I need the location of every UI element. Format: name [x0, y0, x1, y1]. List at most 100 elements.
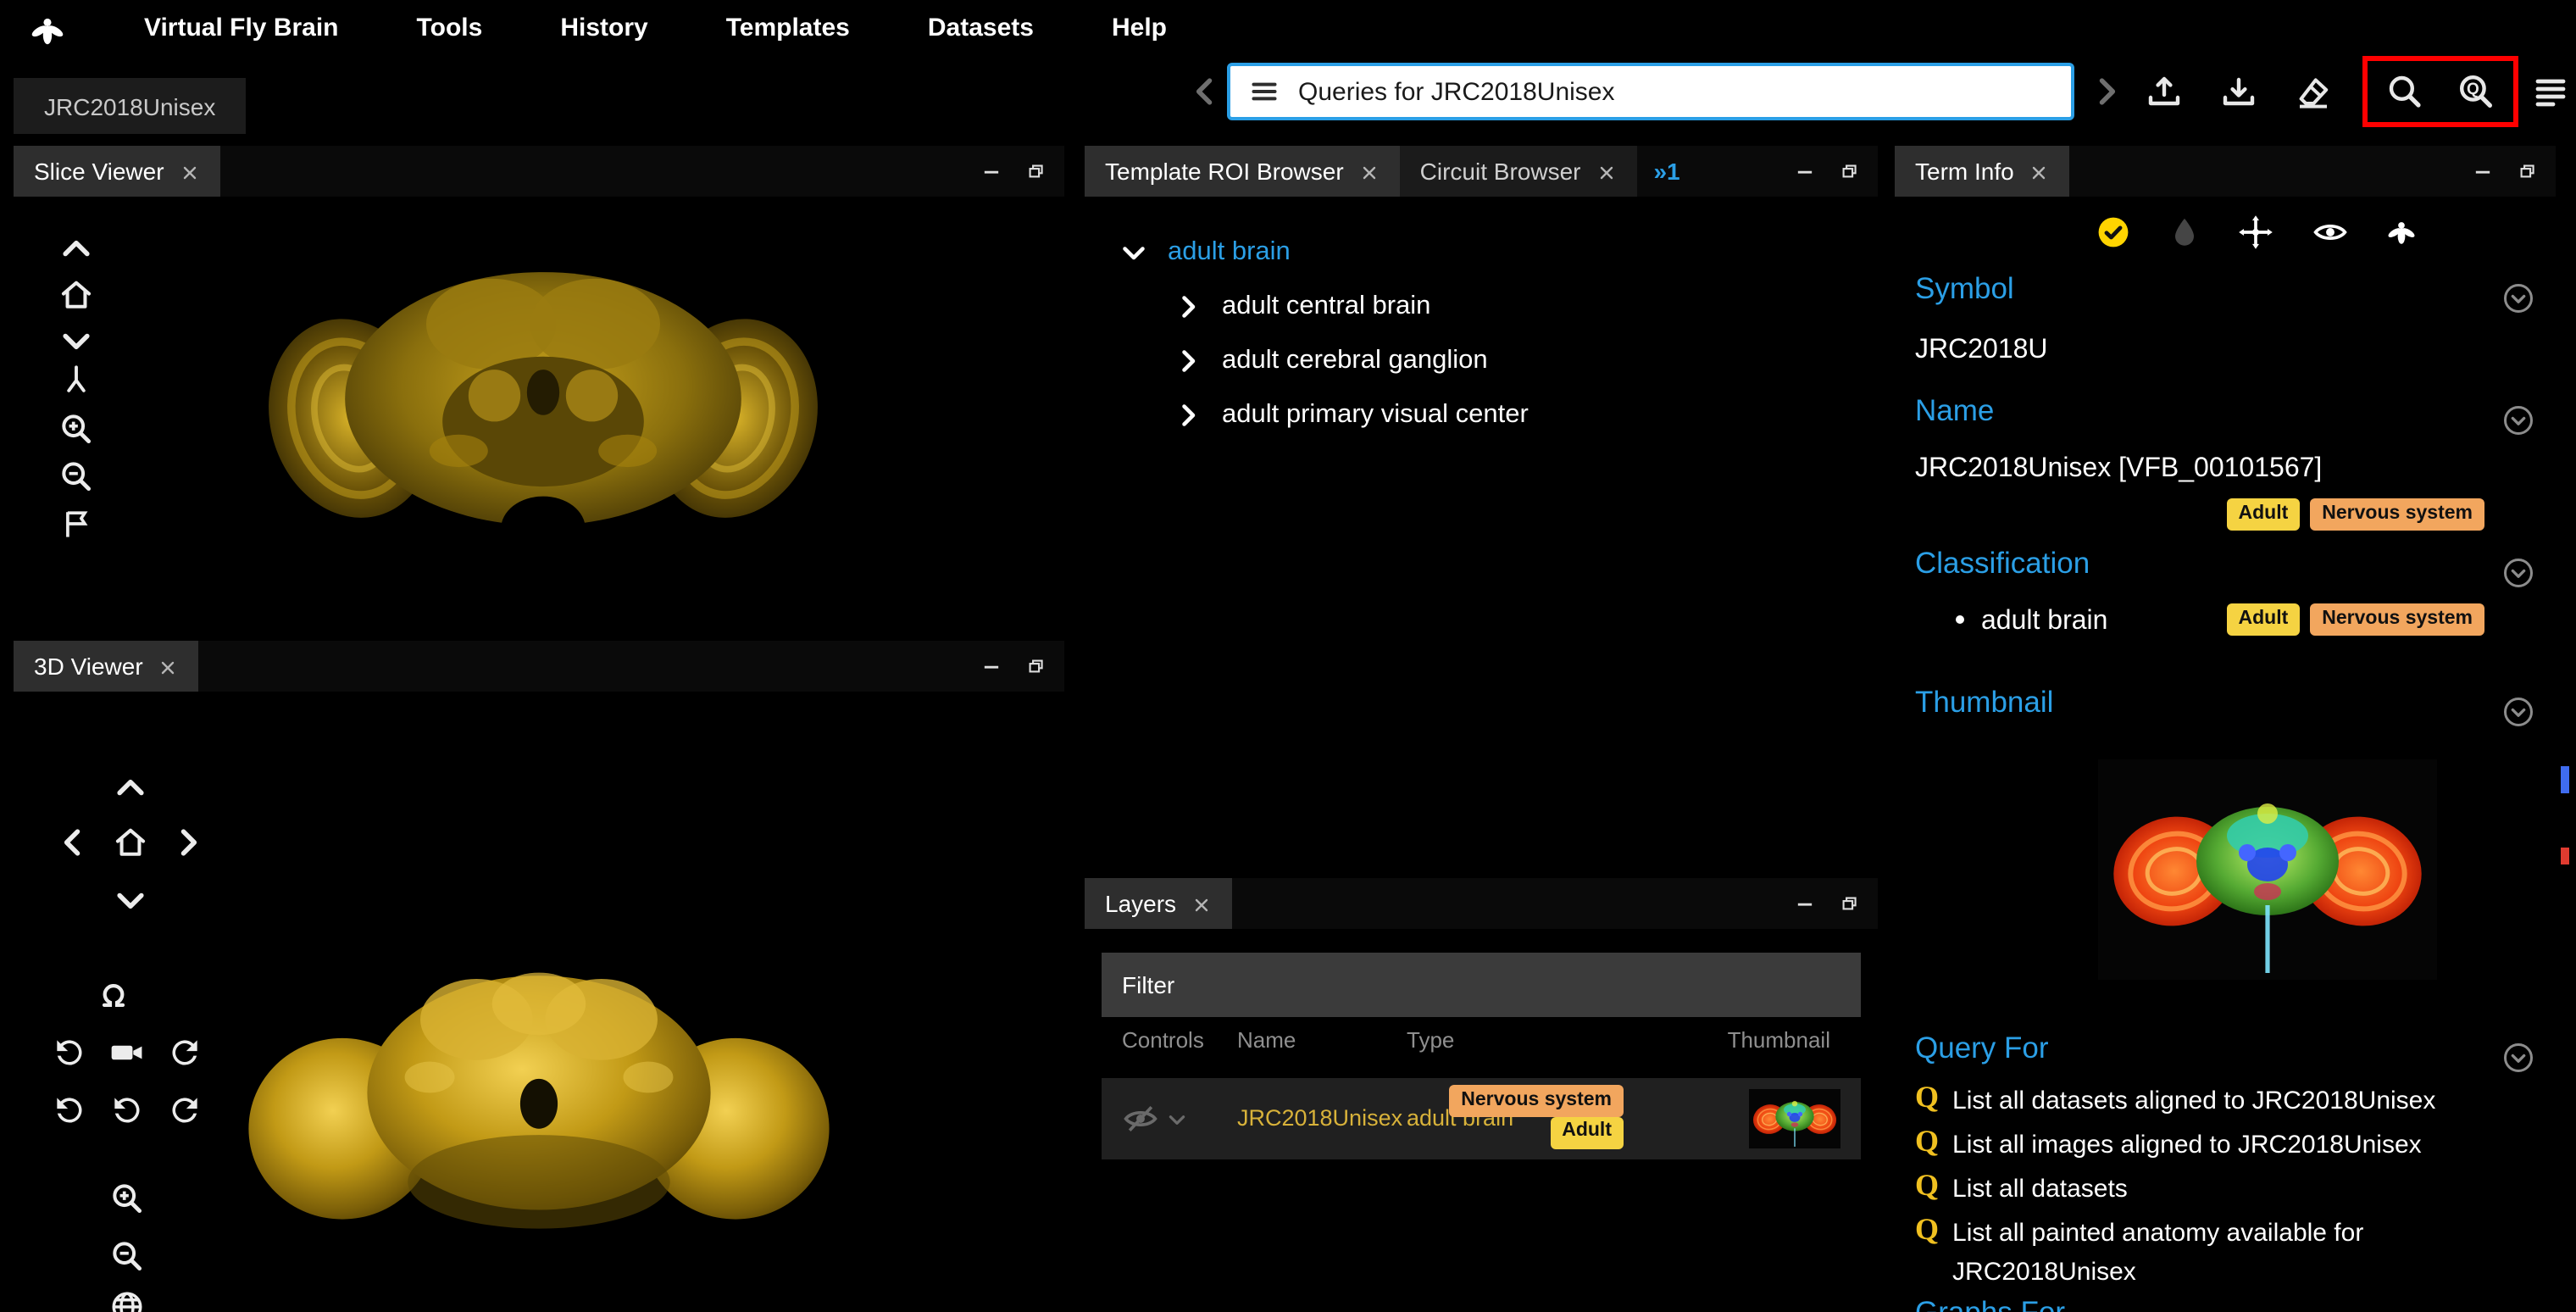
tree-node-label[interactable]: adult primary visual center [1222, 400, 1529, 431]
chevron-down-icon[interactable] [58, 322, 95, 359]
3d-viewer-canvas[interactable] [14, 692, 1064, 1312]
nav-item-virtual-fly-brain[interactable]: Virtual Fly Brain [105, 14, 378, 42]
classification-item[interactable]: adult brain [1956, 607, 2107, 637]
chevron-down-icon[interactable] [112, 881, 149, 919]
zoom-out-icon[interactable] [58, 458, 95, 495]
maximize-icon[interactable] [1024, 654, 1047, 678]
droplet-icon[interactable] [2166, 214, 2203, 251]
rotate-icon[interactable] [95, 976, 132, 1014]
section-flag-icon[interactable] [58, 505, 95, 542]
probe-icon[interactable] [58, 361, 95, 398]
chevron-up-icon[interactable] [112, 770, 149, 807]
camera-icon[interactable] [108, 1034, 146, 1071]
tab-circuit-browser[interactable]: Circuit Browser [1400, 146, 1637, 197]
tree-node-label[interactable]: adult cerebral ganglion [1222, 346, 1488, 376]
nav-item-history[interactable]: History [521, 14, 686, 42]
chevron-right-icon[interactable] [1173, 346, 1203, 376]
chevron-right-icon[interactable] [1173, 292, 1203, 322]
globe-icon[interactable] [108, 1288, 146, 1312]
tree-node-adult-brain[interactable]: adult brain [1085, 227, 1291, 278]
close-icon[interactable] [1359, 161, 1380, 181]
home-icon[interactable] [112, 824, 149, 861]
close-icon[interactable] [158, 656, 179, 676]
close-icon[interactable] [1191, 893, 1212, 914]
search-icon[interactable] [2379, 68, 2430, 115]
tab-overflow-counter[interactable]: »1 [1636, 146, 1696, 197]
history-back-icon[interactable] [1186, 71, 1224, 112]
undo-icon[interactable] [51, 1092, 88, 1129]
collapse-chevron-icon[interactable] [2501, 556, 2535, 590]
search-input[interactable]: Queries for JRC2018Unisex [1227, 63, 2074, 120]
tree-node-adult-cerebral-ganglion[interactable]: adult cerebral ganglion [1085, 336, 1488, 386]
layer-row[interactable]: JRC2018Unisex adult brain Nervous system… [1102, 1078, 1861, 1159]
eye-icon[interactable] [2312, 214, 2349, 251]
chevron-right-icon[interactable] [169, 824, 207, 861]
zoom-in-icon[interactable] [108, 1180, 146, 1217]
clear-all-icon[interactable] [2288, 68, 2339, 115]
close-icon[interactable] [2029, 161, 2050, 181]
collapse-chevron-icon[interactable] [2501, 1041, 2535, 1075]
page-scrollbar[interactable] [2556, 146, 2576, 1312]
rotate-ccw-icon[interactable] [51, 1034, 88, 1071]
nav-item-datasets[interactable]: Datasets [889, 14, 1073, 42]
minimize-icon[interactable] [2471, 159, 2495, 183]
close-icon[interactable] [1596, 161, 1616, 181]
chevron-up-icon[interactable] [58, 231, 95, 268]
results-list-icon[interactable] [2525, 68, 2576, 115]
maximize-icon[interactable] [2515, 159, 2539, 183]
chevron-left-icon[interactable] [54, 824, 92, 861]
query-link[interactable]: Q List all datasets [1915, 1170, 2128, 1209]
nav-item-tools[interactable]: Tools [378, 14, 522, 42]
tree-node-adult-central-brain[interactable]: adult central brain [1085, 281, 1430, 332]
tab-slice-viewer[interactable]: Slice Viewer [14, 146, 220, 197]
layer-name-link[interactable]: JRC2018Unisex [1237, 1105, 1402, 1131]
center-target-icon[interactable] [2237, 214, 2274, 251]
collapse-chevron-icon[interactable] [2501, 281, 2535, 315]
zoom-out-icon[interactable] [108, 1237, 146, 1275]
query-search-icon[interactable] [2451, 68, 2501, 115]
reset-icon[interactable] [108, 1092, 146, 1129]
home-icon[interactable] [58, 276, 95, 314]
maximize-icon[interactable] [1837, 892, 1861, 915]
close-icon[interactable] [180, 161, 200, 181]
redo-icon[interactable] [166, 1092, 203, 1129]
minimize-icon[interactable] [1793, 892, 1817, 915]
minimize-icon[interactable] [1793, 159, 1817, 183]
session-tab[interactable]: JRC2018Unisex [14, 78, 246, 134]
layers-filter-input[interactable]: Filter [1102, 953, 1861, 1017]
hamburger-icon[interactable] [1247, 75, 1281, 108]
classification-link[interactable]: adult brain [1981, 607, 2107, 636]
check-circle-icon[interactable] [2095, 214, 2132, 251]
collapse-chevron-icon[interactable] [2501, 695, 2535, 729]
vfb-logo-icon[interactable] [14, 8, 81, 52]
term-thumbnail-image[interactable] [2098, 736, 2437, 1003]
nav-item-templates[interactable]: Templates [687, 14, 889, 42]
upload-icon[interactable] [2139, 68, 2190, 115]
rotate-cw-icon[interactable] [166, 1034, 203, 1071]
minimize-icon[interactable] [980, 159, 1003, 183]
tab-3d-viewer[interactable]: 3D Viewer [14, 641, 199, 692]
chevron-right-icon[interactable] [1173, 400, 1203, 431]
maximize-icon[interactable] [1024, 159, 1047, 183]
collapse-chevron-icon[interactable] [2501, 403, 2535, 437]
maximize-icon[interactable] [1837, 159, 1861, 183]
minimize-icon[interactable] [980, 654, 1003, 678]
tab-term-info[interactable]: Term Info [1895, 146, 2070, 197]
tree-node-label[interactable]: adult brain [1168, 237, 1291, 268]
tab-layers[interactable]: Layers [1085, 878, 1232, 929]
history-forward-icon[interactable] [2088, 71, 2125, 112]
query-link[interactable]: Q List all painted anatomy available for… [1915, 1214, 2512, 1293]
tab-template-roi-browser[interactable]: Template ROI Browser [1085, 146, 1400, 197]
chevron-down-icon[interactable] [1119, 237, 1149, 268]
slice-viewer-canvas[interactable] [14, 197, 1064, 624]
query-link[interactable]: Q List all images aligned to JRC2018Unis… [1915, 1126, 2422, 1165]
visibility-eye-slash-icon[interactable] [1122, 1100, 1159, 1137]
nav-item-help[interactable]: Help [1073, 14, 1206, 42]
chevron-down-icon[interactable] [1166, 1109, 1188, 1131]
tree-node-label[interactable]: adult central brain [1222, 292, 1430, 322]
zoom-in-icon[interactable] [58, 410, 95, 448]
query-link[interactable]: Q List all datasets aligned to JRC2018Un… [1915, 1081, 2435, 1121]
tree-node-adult-primary-visual-center[interactable]: adult primary visual center [1085, 390, 1529, 441]
fly-brain-icon[interactable] [2383, 214, 2420, 251]
download-icon[interactable] [2213, 68, 2264, 115]
